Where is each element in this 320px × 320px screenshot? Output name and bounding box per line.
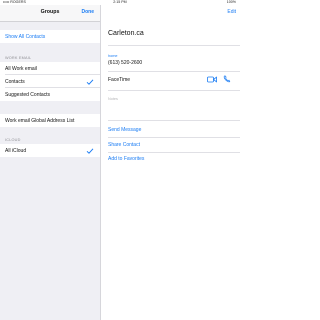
contact-name: Carleton.ca <box>108 30 144 37</box>
group-row-all-icloud[interactable]: All iCloud <box>0 144 100 157</box>
done-button[interactable]: Done <box>82 9 95 15</box>
share-contact-button[interactable]: Share Contact <box>108 142 140 148</box>
group-row-global-address-list[interactable]: Work email Global Address List <box>0 114 100 127</box>
group-label: Work email Global Address List <box>5 118 75 124</box>
edit-button[interactable]: Edit <box>227 9 236 15</box>
facetime-label: FaceTime <box>108 77 131 83</box>
section-header-work-email: WORK EMAIL <box>5 56 32 60</box>
show-all-contacts-label: Show All Contacts <box>5 34 46 40</box>
show-all-contacts-row[interactable]: Show All Contacts <box>0 30 100 43</box>
send-message-button[interactable]: Send Message <box>108 127 141 133</box>
divider <box>108 120 240 121</box>
section-header-icloud: ICLOUD <box>5 138 21 142</box>
group-label: Suggested Contacts <box>5 92 51 98</box>
facetime-video-icon[interactable] <box>207 76 217 83</box>
groups-nav-bar: Groups Done <box>0 5 100 22</box>
divider <box>108 45 240 46</box>
contact-nav-bar: Edit <box>101 5 240 21</box>
group-row-suggested-contacts[interactable]: Suggested Contacts <box>0 88 100 101</box>
add-to-favorites-button[interactable]: Add to Favorites <box>108 156 144 162</box>
group-label: All iCloud <box>5 148 27 154</box>
group-row-all-work-email[interactable]: All Work email <box>0 62 100 75</box>
divider <box>108 90 240 91</box>
group-row-contacts[interactable]: Contacts <box>0 75 100 88</box>
groups-pane: Groups Done Show All Contacts WORK EMAIL… <box>0 5 101 320</box>
contact-detail-pane: Edit Carleton.ca home (613) 520-2600 Fac… <box>101 5 240 320</box>
notes-label[interactable]: Notes <box>108 97 118 101</box>
divider <box>108 71 240 72</box>
divider <box>108 152 240 153</box>
group-label: Contacts <box>5 79 25 85</box>
group-label: All Work email <box>5 66 37 72</box>
checkmark-icon <box>86 78 94 85</box>
phone-label: home <box>108 54 118 58</box>
checkmark-icon <box>86 147 94 154</box>
phone-value[interactable]: (613) 520-2600 <box>108 60 142 66</box>
facetime-audio-icon[interactable] <box>223 75 231 83</box>
divider <box>108 137 240 138</box>
